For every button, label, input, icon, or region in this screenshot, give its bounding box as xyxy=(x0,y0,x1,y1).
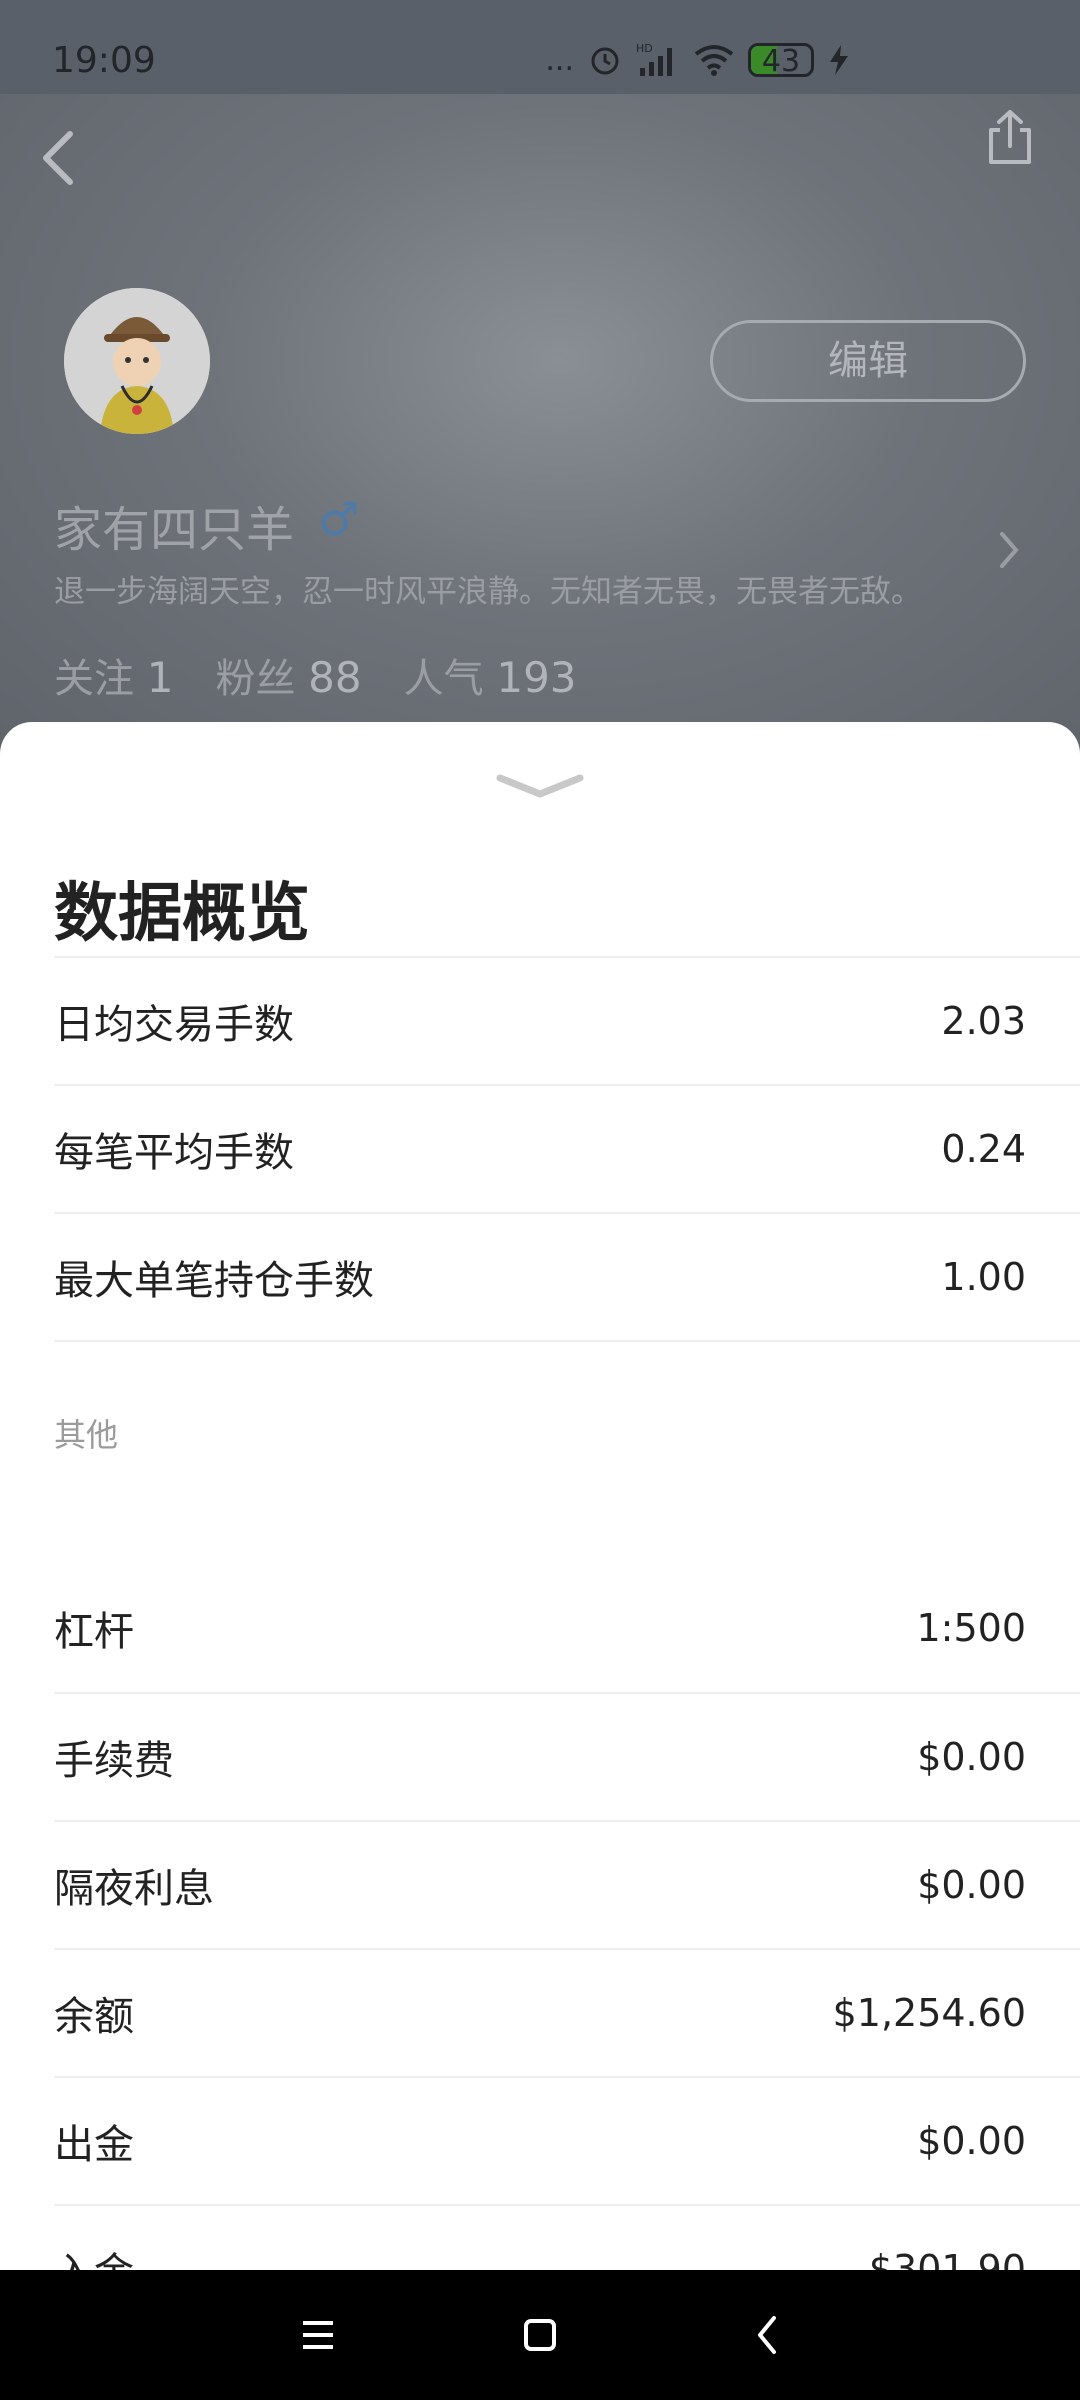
hd-signal-icon: HD xyxy=(636,42,672,76)
other-list: 杠杆 1:500 手续费 $0.00 隔夜利息 $0.00 余额 $1,254.… xyxy=(54,1564,1080,2332)
item-label: 杠杆 xyxy=(54,1609,134,1655)
battery-icon: 43 xyxy=(748,43,814,77)
status-bar: 19:09 ... HD 43 xyxy=(0,0,1080,94)
stat-label: 人气 xyxy=(403,656,484,702)
status-time: 19:09 xyxy=(52,40,156,81)
item-value: $0.00 xyxy=(917,2119,1026,2163)
chevron-down-icon[interactable] xyxy=(494,770,586,800)
item-label: 出金 xyxy=(54,2122,134,2168)
edit-profile-button[interactable]: 编辑 xyxy=(710,320,1026,402)
list-item: 最大单笔持仓手数 1.00 xyxy=(54,1212,1080,1340)
item-value: $0.00 xyxy=(917,1735,1026,1779)
alarm-icon xyxy=(591,47,619,75)
male-gender-icon: ♂ xyxy=(318,492,360,546)
item-label: 隔夜利息 xyxy=(54,1866,214,1912)
chevron-right-icon[interactable] xyxy=(998,530,1020,570)
battery-percent: 43 xyxy=(761,44,801,77)
list-item: 出金 $0.00 xyxy=(54,2076,1080,2204)
list-item: 每笔平均手数 0.24 xyxy=(54,1084,1080,1212)
stat-followers[interactable]: 粉丝 88 xyxy=(215,646,361,704)
stat-label: 关注 xyxy=(54,656,134,702)
item-label: 日均交易手数 xyxy=(54,1002,294,1048)
sheet-title: 数据概览 xyxy=(54,877,310,951)
menu-icon[interactable] xyxy=(257,2270,377,2400)
back-icon[interactable] xyxy=(708,2270,828,2400)
hd-label: HD xyxy=(636,42,653,55)
charging-icon xyxy=(830,45,848,75)
more-notifications-icon: ... xyxy=(545,42,574,78)
list-item: 手续费 $0.00 xyxy=(54,1692,1080,1820)
item-value: $1,254.60 xyxy=(832,1991,1026,2035)
overview-list: 日均交易手数 2.03 每笔平均手数 0.24 最大单笔持仓手数 1.00 其他 xyxy=(54,956,1080,1564)
profile-bio: 退一步海阔天空，忍一时风平浪静。无知者无畏，无畏者无敌。 xyxy=(54,574,922,610)
avatar[interactable] xyxy=(64,288,210,434)
profile-header: 19:09 ... HD 43 编辑 家有四只羊 ♂ 退一步海阔天空，忍一时风平… xyxy=(0,0,1080,760)
item-label: 每笔平均手数 xyxy=(54,1130,294,1176)
profile-stats: 关注 1 粉丝 88 人气 193 xyxy=(54,646,577,704)
item-value: 0.24 xyxy=(941,1127,1026,1171)
list-item: 隔夜利息 $0.00 xyxy=(54,1820,1080,1948)
list-item: 余额 $1,254.60 xyxy=(54,1948,1080,2076)
avatar-image xyxy=(64,288,210,434)
nickname: 家有四只羊 xyxy=(54,502,295,558)
wifi-icon xyxy=(694,45,734,76)
status-icons: ... HD 43 xyxy=(545,40,850,80)
data-overview-sheet: 数据概览 日均交易手数 2.03 每笔平均手数 0.24 最大单笔持仓手数 1.… xyxy=(0,722,1080,2296)
list-item: 杠杆 1:500 xyxy=(54,1564,1080,1692)
item-value: 2.03 xyxy=(941,999,1026,1043)
item-value: 1:500 xyxy=(916,1606,1026,1650)
stat-popularity: 人气 193 xyxy=(404,646,577,704)
system-nav-bar xyxy=(0,2270,1080,2400)
item-label: 手续费 xyxy=(54,1738,174,1784)
back-chevron-icon[interactable] xyxy=(38,128,78,188)
stat-value: 193 xyxy=(496,653,577,702)
home-square-icon[interactable] xyxy=(480,2270,600,2400)
stat-following[interactable]: 关注 1 xyxy=(54,646,173,704)
list-item: 日均交易手数 2.03 xyxy=(54,956,1080,1084)
section-header: 其他 xyxy=(54,1416,119,1454)
item-value: 1.00 xyxy=(941,1255,1026,1299)
item-value: $0.00 xyxy=(917,1863,1026,1907)
section-other: 其他 xyxy=(54,1340,1080,1564)
stat-value: 1 xyxy=(146,653,174,702)
share-icon[interactable] xyxy=(985,108,1035,168)
stat-label: 粉丝 xyxy=(215,656,296,702)
item-label: 最大单笔持仓手数 xyxy=(54,1258,374,1304)
stat-value: 88 xyxy=(308,653,362,702)
item-label: 余额 xyxy=(54,1994,134,2040)
